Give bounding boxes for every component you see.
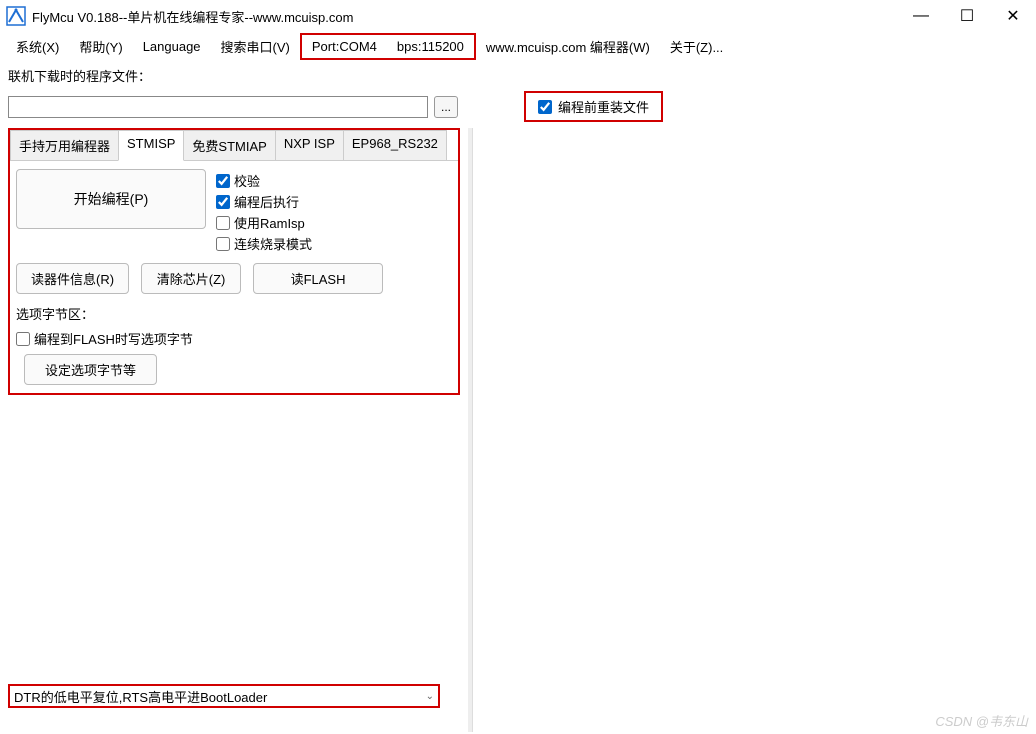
tab-content-stmisp: 开始编程(P) 校验 编程后执行 使用RamIsp (10, 161, 458, 393)
start-program-button[interactable]: 开始编程(P) (16, 169, 206, 229)
file-input-row: ... 编程前重装文件 (0, 91, 1036, 128)
window-title: FlyMcu V0.188--单片机在线编程专家--www.mcuisp.com (32, 7, 898, 26)
verify-label: 校验 (234, 171, 260, 190)
run-after-label: 编程后执行 (234, 192, 299, 211)
continuous-option[interactable]: 连续烧录模式 (216, 234, 312, 253)
file-label: 联机下载时的程序文件： (8, 66, 151, 85)
reset-mode-dropdown[interactable]: DTR的低电平复位,RTS高电平进BootLoader ⌄ (8, 684, 440, 708)
reload-checkbox-area: 编程前重装文件 (524, 91, 663, 122)
read-device-info-button[interactable]: 读器件信息(R) (16, 263, 129, 294)
reload-label: 编程前重装文件 (558, 97, 649, 116)
menu-search-port[interactable]: 搜索串口(V) (211, 33, 300, 60)
erase-chip-button[interactable]: 清除芯片(Z) (141, 263, 241, 294)
run-after-checkbox[interactable] (216, 195, 230, 209)
ramisp-checkbox[interactable] (216, 216, 230, 230)
watermark: CSDN @韦东山 (935, 711, 1028, 730)
tabs: 手持万用编程器 STMISP 免费STMIAP NXP ISP EP968_RS… (10, 130, 458, 161)
log-panel (472, 128, 1036, 732)
titlebar-controls: — ☐ ✕ (898, 0, 1036, 32)
flash-buttons-row: 读器件信息(R) 清除芯片(Z) 读FLASH (16, 263, 452, 294)
program-row: 开始编程(P) 校验 编程后执行 使用RamIsp (16, 169, 452, 253)
tab-nxpisp[interactable]: NXP ISP (275, 130, 344, 160)
run-after-option[interactable]: 编程后执行 (216, 192, 312, 211)
chevron-down-icon: ⌄ (426, 691, 434, 702)
menubar: 系统(X) 帮助(Y) Language 搜索串口(V) Port:COM4 b… (0, 32, 1036, 60)
close-button[interactable]: ✕ (990, 0, 1036, 32)
titlebar: FlyMcu V0.188--单片机在线编程专家--www.mcuisp.com… (0, 0, 1036, 32)
write-option-bytes-row[interactable]: 编程到FLASH时写选项字节 (16, 329, 452, 348)
tab-handheld[interactable]: 手持万用编程器 (10, 130, 119, 160)
browse-button[interactable]: ... (434, 96, 458, 118)
tabs-container: 手持万用编程器 STMISP 免费STMIAP NXP ISP EP968_RS… (8, 128, 460, 395)
menu-about[interactable]: 关于(Z)... (660, 33, 733, 60)
tab-stmiap[interactable]: 免费STMIAP (183, 130, 275, 160)
main-area: 手持万用编程器 STMISP 免费STMIAP NXP ISP EP968_RS… (0, 128, 1036, 732)
write-option-bytes-label: 编程到FLASH时写选项字节 (34, 329, 193, 348)
menu-bps[interactable]: bps:115200 (387, 35, 474, 58)
tab-stmisp[interactable]: STMISP (118, 130, 184, 161)
menu-help[interactable]: 帮助(Y) (69, 33, 132, 60)
left-panel: 手持万用编程器 STMISP 免费STMIAP NXP ISP EP968_RS… (0, 128, 468, 732)
ramisp-option[interactable]: 使用RamIsp (216, 213, 312, 232)
port-bps-group: Port:COM4 bps:115200 (300, 33, 476, 60)
menu-system[interactable]: 系统(X) (6, 33, 69, 60)
app-icon (6, 6, 26, 26)
read-flash-button[interactable]: 读FLASH (253, 263, 383, 294)
option-bytes-section: 选项字节区： 编程到FLASH时写选项字节 设定选项字节等 (16, 304, 452, 385)
tab-ep968[interactable]: EP968_RS232 (343, 130, 447, 160)
program-options: 校验 编程后执行 使用RamIsp 连续烧录模式 (216, 169, 312, 253)
option-bytes-label: 选项字节区： (16, 304, 452, 323)
menu-port[interactable]: Port:COM4 (302, 35, 387, 58)
file-row: 联机下载时的程序文件： (0, 60, 1036, 91)
set-option-bytes-button[interactable]: 设定选项字节等 (24, 354, 157, 385)
menu-programmer[interactable]: www.mcuisp.com 编程器(W) (476, 33, 660, 60)
verify-checkbox[interactable] (216, 174, 230, 188)
reset-mode-value: DTR的低电平复位,RTS高电平进BootLoader (14, 687, 267, 706)
continuous-checkbox[interactable] (216, 237, 230, 251)
minimize-button[interactable]: — (898, 0, 944, 32)
continuous-label: 连续烧录模式 (234, 234, 312, 253)
write-option-bytes-checkbox[interactable] (16, 332, 30, 346)
menu-language[interactable]: Language (133, 35, 211, 58)
maximize-button[interactable]: ☐ (944, 0, 990, 32)
verify-option[interactable]: 校验 (216, 171, 312, 190)
ramisp-label: 使用RamIsp (234, 213, 305, 232)
reload-checkbox[interactable] (538, 100, 552, 114)
file-path-input[interactable] (8, 96, 428, 118)
